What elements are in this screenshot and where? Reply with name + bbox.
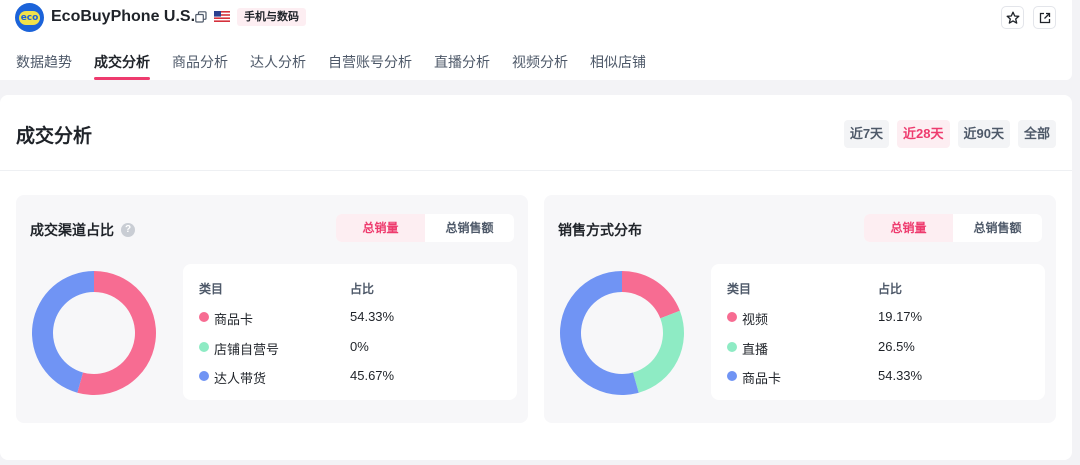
legend-dot [727, 312, 737, 322]
section-title: 成交分析 [16, 126, 93, 147]
divider [0, 170, 1072, 171]
favorite-button[interactable] [1001, 6, 1024, 29]
open-external-button[interactable] [1033, 6, 1056, 29]
panel-title: 销售方式分布 [558, 220, 642, 240]
legend-table: 类目 占比 视频 19.17% 直播 26.5% 商品卡 54.33% [711, 264, 1045, 400]
legend-name: 达人带货 [214, 371, 267, 386]
legend-value: 54.33% [350, 309, 395, 324]
legend-name: 店铺自营号 [214, 342, 280, 357]
legend-dot [199, 342, 209, 352]
legend-value: 54.33% [878, 368, 923, 383]
copy-icon[interactable] [195, 11, 207, 23]
legend-row: 达人带货 45.67% [183, 366, 517, 386]
shop-name: EcoBuyPhone U.S. [51, 8, 196, 25]
legend-value: 26.5% [878, 339, 915, 354]
tab-bar: 数据趋势 成交分析 商品分析 达人分析 自营账号分析 直播分析 视频分析 相似店… [16, 52, 668, 80]
sales-method-donut-chart [560, 271, 684, 395]
panel-title-text: 成交渠道占比 [30, 222, 114, 238]
donut-slice-0[interactable] [622, 271, 680, 319]
legend-name: 视频 [742, 312, 769, 327]
range-7d-button[interactable]: 近7天 [843, 120, 890, 148]
us-flag-icon [214, 11, 230, 22]
legend-value: 19.17% [878, 309, 923, 324]
tab-self-account-analysis[interactable]: 自营账号分析 [328, 52, 412, 80]
panel-title: 成交渠道占比 ? [30, 220, 135, 240]
tab-data-trend[interactable]: 数据趋势 [16, 52, 72, 80]
help-icon[interactable]: ? [121, 223, 135, 237]
legend-dot [199, 371, 209, 381]
transaction-analysis-card: 成交分析 近7天 近28天 近90天 全部 成交渠道占比 ? 总销量 总销售额 … [0, 95, 1072, 460]
legend-row: 店铺自营号 0% [183, 337, 517, 357]
range-28d-button[interactable]: 近28天 [897, 120, 950, 148]
legend-table: 类目 占比 商品卡 54.33% 店铺自营号 0% 达人带货 45.67% [183, 264, 517, 400]
metric-toggle: 总销量 总销售额 [864, 214, 1042, 242]
tab-creator-analysis[interactable]: 达人分析 [250, 52, 306, 80]
star-icon [1006, 11, 1019, 24]
legend-dot [727, 342, 737, 352]
legend-name: 商品卡 [742, 371, 782, 386]
channel-share-donut-chart [32, 271, 156, 395]
donut-slice-1[interactable] [633, 310, 684, 393]
metric-toggle: 总销量 总销售额 [336, 214, 514, 242]
total-sales-volume-button[interactable]: 总销量 [864, 214, 953, 242]
panel-title-text: 销售方式分布 [558, 222, 642, 238]
col-category-header: 类目 [199, 282, 224, 296]
legend-row: 商品卡 54.33% [711, 366, 1045, 386]
shop-logo: eco [15, 3, 44, 32]
legend-row: 商品卡 54.33% [183, 307, 517, 327]
range-all-button[interactable]: 全部 [1017, 120, 1056, 148]
legend-row: 直播 26.5% [711, 337, 1045, 357]
category-badge: 手机与数码 [237, 8, 306, 26]
legend-row: 视频 19.17% [711, 307, 1045, 327]
total-sales-amount-button[interactable]: 总销售额 [425, 214, 514, 242]
legend-name: 直播 [742, 342, 769, 357]
tab-product-analysis[interactable]: 商品分析 [172, 52, 228, 80]
legend-dot [727, 371, 737, 381]
range-90d-button[interactable]: 近90天 [957, 120, 1010, 148]
sales-method-panel: 销售方式分布 总销量 总销售额 类目 占比 视频 19.17% 直播 26.5%… [544, 195, 1056, 423]
tab-transaction-analysis[interactable]: 成交分析 [94, 52, 150, 80]
col-category-header: 类目 [727, 282, 752, 296]
col-share-header: 占比 [350, 282, 375, 296]
tab-similar-shops[interactable]: 相似店铺 [590, 52, 646, 80]
legend-name: 商品卡 [214, 312, 254, 327]
legend-value: 0% [350, 339, 369, 354]
total-sales-amount-button[interactable]: 总销售额 [953, 214, 1042, 242]
channel-share-panel: 成交渠道占比 ? 总销量 总销售额 类目 占比 商品卡 54.33% 店铺自营号… [16, 195, 528, 423]
tab-video-analysis[interactable]: 视频分析 [512, 52, 568, 80]
date-range-selector: 近7天 近28天 近90天 全部 [836, 120, 1056, 148]
legend-value: 45.67% [350, 368, 395, 383]
legend-dot [199, 312, 209, 322]
col-share-header: 占比 [878, 282, 903, 296]
shop-logo-text: eco [19, 10, 40, 25]
tab-live-analysis[interactable]: 直播分析 [434, 52, 490, 80]
external-link-icon [1039, 12, 1050, 23]
total-sales-volume-button[interactable]: 总销量 [336, 214, 425, 242]
shop-header: eco EcoBuyPhone U.S. 手机与数码 数据趋势 成交分析 商品分… [0, 0, 1072, 80]
